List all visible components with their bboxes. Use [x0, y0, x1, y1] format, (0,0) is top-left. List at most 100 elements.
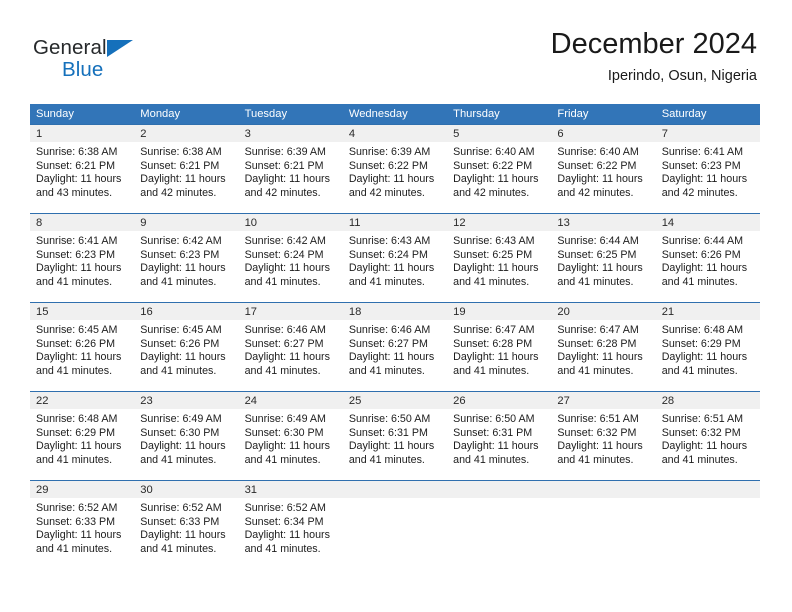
- daylight-duration-line1: Daylight: 11 hours: [244, 262, 330, 275]
- calendar-day-cell[interactable]: 28 Sunrise: 6:51 AM Sunset: 6:32 PM Dayligh…: [655, 391, 760, 480]
- day-sun-info: Sunrise: 6:47 AM Sunset: 6:28 PM Daylight:…: [551, 320, 655, 378]
- calendar-day-cell[interactable]: [342, 480, 448, 569]
- sunrise-time: Sunrise: 6:38 AM: [36, 146, 118, 158]
- day-cell-content: 2 Sunrise: 6:38 AM Sunset: 6:21 PM Daylight…: [134, 124, 239, 213]
- calendar-day-cell[interactable]: 18 Sunrise: 6:46 AM Sunset: 6:27 PM Dayligh…: [342, 302, 448, 391]
- calendar-day-cell[interactable]: [551, 480, 656, 569]
- day-cell-content: 20 Sunrise: 6:47 AM Sunset: 6:28 PM Dayligh…: [551, 302, 656, 391]
- daylight-duration-line2: and 41 minutes.: [36, 275, 113, 288]
- day-number: 10: [238, 214, 343, 231]
- general-blue-logo[interactable]: General Blue: [33, 36, 163, 88]
- calendar-day-cell[interactable]: 20 Sunrise: 6:47 AM Sunset: 6:28 PM Dayligh…: [551, 302, 656, 391]
- calendar-day-cell[interactable]: 25 Sunrise: 6:50 AM Sunset: 6:31 PM Dayligh…: [342, 391, 448, 480]
- day-cell-empty: [447, 480, 552, 569]
- weekday-header-sunday: Sunday: [30, 104, 135, 124]
- sunrise-time: Sunrise: 6:41 AM: [661, 146, 744, 158]
- calendar-day-cell[interactable]: 17 Sunrise: 6:46 AM Sunset: 6:27 PM Dayligh…: [238, 302, 343, 391]
- calendar-day-cell[interactable]: 26 Sunrise: 6:50 AM Sunset: 6:31 PM Dayligh…: [447, 391, 552, 480]
- calendar-day-cell[interactable]: [447, 480, 552, 569]
- day-number: 30: [134, 481, 239, 498]
- sunrise-time: Sunrise: 6:44 AM: [557, 235, 639, 247]
- day-sun-info: Sunrise: 6:45 AM Sunset: 6:26 PM Daylight:…: [134, 320, 238, 378]
- day-sun-info: Sunrise: 6:46 AM Sunset: 6:27 PM Daylight:…: [343, 320, 447, 378]
- weekday-header-thursday: Thursday: [447, 104, 552, 124]
- brand-name-general: General: [33, 36, 107, 59]
- day-cell-content: 8 Sunrise: 6:41 AM Sunset: 6:23 PM Daylight…: [30, 213, 135, 302]
- calendar-day-cell[interactable]: 4 Sunrise: 6:39 AM Sunset: 6:22 PM Daylight…: [342, 124, 448, 213]
- sunset-time: Sunset: 6:34 PM: [244, 515, 324, 528]
- calendar-day-cell[interactable]: 31 Sunrise: 6:52 AM Sunset: 6:34 PM Dayligh…: [238, 480, 343, 569]
- calendar-day-cell[interactable]: 22 Sunrise: 6:48 AM Sunset: 6:29 PM Dayligh…: [30, 391, 135, 480]
- daylight-duration-line2: and 42 minutes.: [244, 186, 321, 199]
- calendar-day-cell[interactable]: 6 Sunrise: 6:40 AM Sunset: 6:22 PM Daylight…: [551, 124, 656, 213]
- day-cell-content: 11 Sunrise: 6:43 AM Sunset: 6:24 PM Dayligh…: [342, 213, 448, 302]
- daylight-duration-line1: Daylight: 11 hours: [36, 173, 122, 186]
- calendar-day-cell[interactable]: 14 Sunrise: 6:44 AM Sunset: 6:26 PM Dayligh…: [655, 213, 760, 302]
- day-cell-content: 28 Sunrise: 6:51 AM Sunset: 6:32 PM Dayligh…: [655, 391, 760, 480]
- daylight-duration-line1: Daylight: 11 hours: [453, 351, 539, 364]
- calendar-day-cell[interactable]: [655, 480, 760, 569]
- day-number: 13: [551, 214, 656, 231]
- sunset-time: Sunset: 6:30 PM: [244, 426, 324, 439]
- calendar-day-cell[interactable]: 15 Sunrise: 6:45 AM Sunset: 6:26 PM Dayligh…: [30, 302, 135, 391]
- sunrise-time: Sunrise: 6:46 AM: [348, 324, 431, 336]
- day-number: 1: [30, 125, 135, 142]
- calendar-day-cell[interactable]: 23 Sunrise: 6:49 AM Sunset: 6:30 PM Dayligh…: [134, 391, 239, 480]
- calendar-day-cell[interactable]: 1 Sunrise: 6:38 AM Sunset: 6:21 PM Daylight…: [30, 124, 135, 213]
- calendar-day-cell[interactable]: 27 Sunrise: 6:51 AM Sunset: 6:32 PM Dayligh…: [551, 391, 656, 480]
- calendar-day-cell[interactable]: 8 Sunrise: 6:41 AM Sunset: 6:23 PM Daylight…: [30, 213, 135, 302]
- daylight-duration-line1: Daylight: 11 hours: [348, 173, 435, 186]
- calendar-day-cell[interactable]: 21 Sunrise: 6:48 AM Sunset: 6:29 PM Dayligh…: [655, 302, 760, 391]
- day-cell-content: 17 Sunrise: 6:46 AM Sunset: 6:27 PM Dayligh…: [238, 302, 343, 391]
- calendar-day-cell[interactable]: 29 Sunrise: 6:52 AM Sunset: 6:33 PM Dayligh…: [30, 480, 135, 569]
- day-number: 19: [447, 303, 552, 320]
- calendar-day-cell[interactable]: 10 Sunrise: 6:42 AM Sunset: 6:24 PM Dayligh…: [238, 213, 343, 302]
- daylight-duration-line1: Daylight: 11 hours: [557, 173, 643, 186]
- calendar-day-cell[interactable]: 2 Sunrise: 6:38 AM Sunset: 6:21 PM Daylight…: [134, 124, 239, 213]
- day-number: [447, 481, 552, 498]
- day-sun-info: Sunrise: 6:39 AM Sunset: 6:22 PM Daylight:…: [343, 142, 447, 200]
- sunrise-time: Sunrise: 6:49 AM: [244, 413, 326, 425]
- day-sun-info: Sunrise: 6:49 AM Sunset: 6:30 PM Daylight:…: [239, 409, 343, 467]
- sunrise-time: Sunrise: 6:39 AM: [244, 146, 326, 158]
- calendar-day-cell[interactable]: 5 Sunrise: 6:40 AM Sunset: 6:22 PM Daylight…: [447, 124, 552, 213]
- calendar-day-cell[interactable]: 19 Sunrise: 6:47 AM Sunset: 6:28 PM Dayligh…: [447, 302, 552, 391]
- sunrise-time: Sunrise: 6:48 AM: [661, 324, 744, 336]
- sunset-time: Sunset: 6:22 PM: [557, 159, 637, 172]
- calendar-week-row: 1 Sunrise: 6:38 AM Sunset: 6:21 PM Daylight…: [30, 124, 760, 213]
- calendar-day-cell[interactable]: 16 Sunrise: 6:45 AM Sunset: 6:26 PM Dayligh…: [134, 302, 239, 391]
- day-cell-content: 13 Sunrise: 6:44 AM Sunset: 6:25 PM Dayligh…: [551, 213, 656, 302]
- sunset-time: Sunset: 6:32 PM: [557, 426, 637, 439]
- logo-triangle-icon: [107, 40, 133, 57]
- sunset-time: Sunset: 6:26 PM: [140, 337, 220, 350]
- calendar-day-cell[interactable]: 12 Sunrise: 6:43 AM Sunset: 6:25 PM Dayligh…: [447, 213, 552, 302]
- calendar-week-row: 29 Sunrise: 6:52 AM Sunset: 6:33 PM Dayligh…: [30, 480, 760, 569]
- calendar-day-cell[interactable]: 9 Sunrise: 6:42 AM Sunset: 6:23 PM Daylight…: [134, 213, 239, 302]
- daylight-duration-line2: and 41 minutes.: [140, 453, 217, 466]
- calendar-header-row: Sunday Monday Tuesday Wednesday Thursday…: [30, 104, 760, 124]
- day-number: 16: [134, 303, 239, 320]
- day-sun-info: Sunrise: 6:51 AM Sunset: 6:32 PM Daylight:…: [656, 409, 760, 467]
- sunset-time: Sunset: 6:21 PM: [140, 159, 220, 172]
- daylight-duration-line1: Daylight: 11 hours: [140, 351, 226, 364]
- day-number: 26: [447, 392, 552, 409]
- daylight-duration-line2: and 41 minutes.: [453, 364, 530, 377]
- page-header: General Blue December 2024 Iperindo, Osu…: [0, 0, 792, 96]
- day-sun-info: Sunrise: 6:43 AM Sunset: 6:25 PM Daylight:…: [447, 231, 551, 289]
- calendar-day-cell[interactable]: 3 Sunrise: 6:39 AM Sunset: 6:21 PM Daylight…: [238, 124, 343, 213]
- calendar-day-cell[interactable]: 11 Sunrise: 6:43 AM Sunset: 6:24 PM Dayligh…: [342, 213, 448, 302]
- sunset-time: Sunset: 6:27 PM: [244, 337, 324, 350]
- day-cell-content: 16 Sunrise: 6:45 AM Sunset: 6:26 PM Dayligh…: [134, 302, 239, 391]
- daylight-duration-line1: Daylight: 11 hours: [244, 173, 330, 186]
- sunrise-time: Sunrise: 6:52 AM: [140, 502, 222, 514]
- calendar-day-cell[interactable]: 7 Sunrise: 6:41 AM Sunset: 6:23 PM Daylight…: [655, 124, 760, 213]
- calendar-day-cell[interactable]: 30 Sunrise: 6:52 AM Sunset: 6:33 PM Dayligh…: [134, 480, 239, 569]
- daylight-duration-line1: Daylight: 11 hours: [36, 351, 122, 364]
- calendar-day-cell[interactable]: 13 Sunrise: 6:44 AM Sunset: 6:25 PM Dayligh…: [551, 213, 656, 302]
- day-sun-info: Sunrise: 6:51 AM Sunset: 6:32 PM Daylight:…: [551, 409, 655, 467]
- daylight-duration-line2: and 41 minutes.: [661, 275, 738, 288]
- sunrise-time: Sunrise: 6:38 AM: [140, 146, 222, 158]
- day-number: 7: [655, 125, 760, 142]
- weekday-header-monday: Monday: [134, 104, 239, 124]
- calendar-day-cell[interactable]: 24 Sunrise: 6:49 AM Sunset: 6:30 PM Dayligh…: [238, 391, 343, 480]
